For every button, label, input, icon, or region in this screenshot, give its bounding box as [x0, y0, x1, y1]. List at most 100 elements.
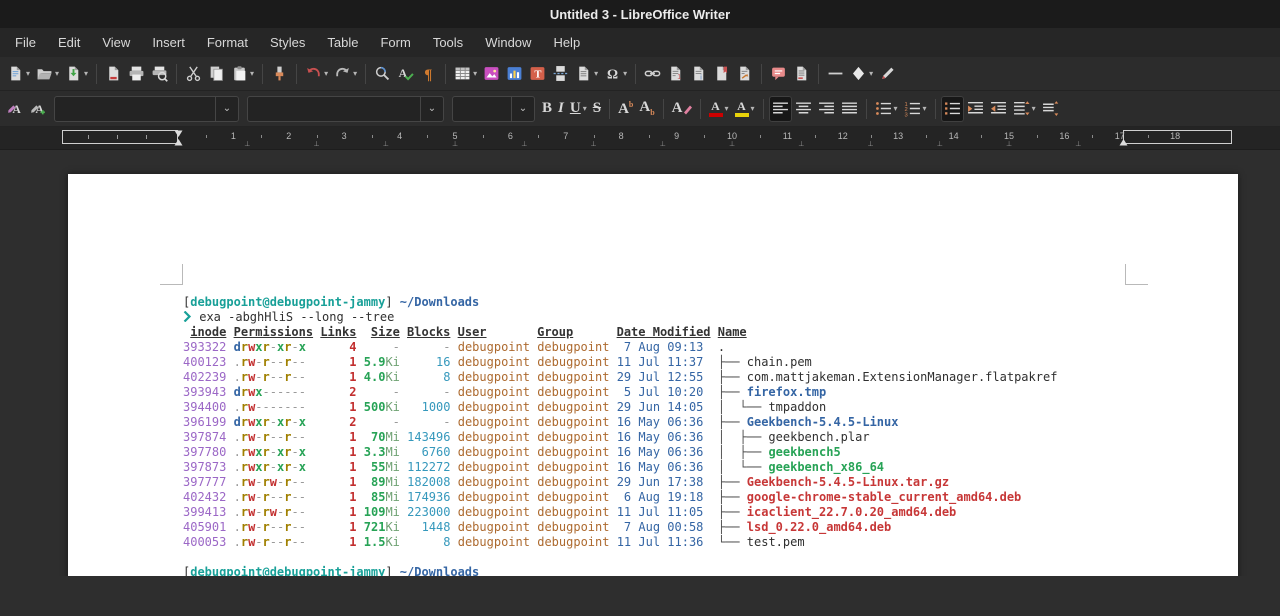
chevron-down-icon[interactable]: ⌄ — [511, 96, 534, 121]
export-pdf-button[interactable] — [102, 61, 125, 87]
menu-window[interactable]: Window — [474, 30, 542, 55]
tab-stop-marker: ⊥ — [382, 141, 389, 148]
insert-textbox-button[interactable]: T — [526, 61, 549, 87]
bookmark-button[interactable] — [710, 61, 733, 87]
new-style-button[interactable]: A — [27, 96, 50, 122]
dropdown-arrow-icon[interactable]: ▾ — [1032, 104, 1036, 113]
formatting-marks-button[interactable]: ¶ — [417, 61, 440, 87]
insert-table-button[interactable]: ▾ — [451, 61, 480, 87]
menu-styles[interactable]: Styles — [259, 30, 316, 55]
dropdown-arrow-icon[interactable]: ▾ — [894, 104, 898, 113]
line-spacing-button[interactable]: ▾ — [1010, 96, 1039, 122]
indent-marker[interactable] — [174, 130, 183, 146]
menu-tools[interactable]: Tools — [422, 30, 474, 55]
undo-button[interactable]: ▾ — [302, 61, 331, 87]
special-character-button[interactable]: Ω ▾ — [601, 61, 630, 87]
italic-button[interactable]: I — [555, 96, 567, 122]
basic-shapes-button[interactable]: ▾ — [847, 61, 876, 87]
dropdown-arrow-icon[interactable]: ▾ — [473, 69, 477, 78]
underline-button[interactable]: U ▾ — [567, 96, 590, 122]
paste-button[interactable]: ▾ — [228, 61, 257, 87]
hyperlink-button[interactable] — [641, 61, 664, 87]
align-center-button[interactable] — [792, 96, 815, 122]
dropdown-arrow-icon[interactable]: ▾ — [250, 69, 254, 78]
ruler-number: 8 — [618, 131, 624, 141]
update-style-button[interactable]: A — [4, 96, 27, 122]
comment-button[interactable] — [767, 61, 790, 87]
find-replace-button[interactable] — [371, 61, 394, 87]
list-toggle-button[interactable] — [940, 95, 964, 122]
new-document-button[interactable]: ▾ — [4, 61, 33, 87]
menu-format[interactable]: Format — [196, 30, 259, 55]
right-indent-marker[interactable] — [1119, 138, 1128, 146]
dropdown-arrow-icon[interactable]: ▾ — [923, 104, 927, 113]
print-button[interactable] — [125, 61, 148, 87]
dropdown-arrow-icon[interactable]: ▾ — [869, 69, 873, 78]
menu-table[interactable]: Table — [316, 30, 369, 55]
highlight-button[interactable]: A ▾ — [732, 96, 758, 122]
dropdown-arrow-icon[interactable]: ▾ — [725, 104, 729, 113]
dropdown-arrow-icon[interactable]: ▾ — [26, 69, 30, 78]
column-header: Date Modified — [616, 325, 711, 339]
menu-form[interactable]: Form — [369, 30, 421, 55]
spelling-button[interactable]: A — [394, 61, 417, 87]
print-preview-button[interactable] — [148, 61, 171, 87]
insert-field-button[interactable]: ▾ — [572, 61, 601, 87]
para-spacing-button[interactable] — [1039, 96, 1062, 122]
page-break-button[interactable] — [549, 61, 572, 87]
font-name-combobox[interactable]: ⌄ — [247, 95, 444, 122]
cut-button[interactable] — [182, 61, 205, 87]
menu-view[interactable]: View — [91, 30, 141, 55]
group: debugpoint — [537, 370, 610, 384]
menu-help[interactable]: Help — [542, 30, 591, 55]
file-name: icaclient_22.7.0.20_amd64.deb — [746, 505, 957, 519]
dropdown-arrow-icon[interactable]: ▾ — [55, 69, 59, 78]
chevron-down-icon[interactable]: ⌄ — [215, 96, 238, 121]
numbering-button[interactable]: 1 2 3 ▾ — [901, 96, 930, 122]
dropdown-arrow-icon[interactable]: ▾ — [623, 69, 627, 78]
bold-button[interactable]: B — [539, 96, 555, 122]
horizontal-line-button[interactable] — [824, 61, 847, 87]
copy-button[interactable] — [205, 61, 228, 87]
strikethrough-button[interactable]: S — [590, 96, 604, 122]
superscript-icon: Ab — [618, 99, 634, 117]
open-button[interactable]: ▾ — [33, 61, 62, 87]
redo-button[interactable]: ▾ — [331, 61, 360, 87]
align-justify-button[interactable] — [838, 96, 861, 122]
menu-file[interactable]: File — [4, 30, 47, 55]
italic-icon: I — [558, 100, 564, 116]
indent-decrease-button[interactable] — [987, 96, 1010, 122]
ruler-number: 7 — [563, 131, 569, 141]
page[interactable]: [debugpoint@debugpoint-jammy] ~/Download… — [68, 174, 1238, 576]
insert-image-button[interactable] — [480, 61, 503, 87]
chevron-down-icon[interactable]: ⌄ — [420, 96, 443, 121]
document-text: [debugpoint@debugpoint-jammy] ~/Download… — [183, 295, 1057, 576]
dropdown-arrow-icon[interactable]: ▾ — [84, 69, 88, 78]
dropdown-arrow-icon[interactable]: ▾ — [324, 69, 328, 78]
superscript-button[interactable]: Ab — [615, 96, 636, 122]
dropdown-arrow-icon[interactable]: ▾ — [594, 69, 598, 78]
menu-edit[interactable]: Edit — [47, 30, 91, 55]
clone-formatting-button[interactable] — [268, 61, 291, 87]
svg-text:3: 3 — [904, 112, 907, 117]
indent-increase-button[interactable] — [964, 96, 987, 122]
bullets-button[interactable]: ▾ — [872, 96, 901, 122]
menu-insert[interactable]: Insert — [141, 30, 196, 55]
font-color-button[interactable]: A ▾ — [706, 96, 732, 122]
insert-chart-button[interactable] — [503, 61, 526, 87]
track-changes-button[interactable] — [790, 61, 813, 87]
save-button[interactable]: ▾ — [62, 61, 91, 87]
dropdown-arrow-icon[interactable]: ▾ — [353, 69, 357, 78]
dropdown-arrow-icon[interactable]: ▾ — [583, 104, 587, 113]
align-right-button[interactable] — [815, 96, 838, 122]
cross-reference-button[interactable] — [733, 61, 756, 87]
clear-formatting-button[interactable]: A — [669, 96, 695, 122]
subscript-button[interactable]: Ab — [636, 96, 657, 122]
draw-functions-button[interactable] — [876, 61, 899, 87]
insert-endnote-button[interactable]: i — [687, 61, 710, 87]
dropdown-arrow-icon[interactable]: ▾ — [751, 104, 755, 113]
align-left-button[interactable] — [768, 95, 792, 122]
insert-footnote-button[interactable]: 1 — [664, 61, 687, 87]
font-size-combobox[interactable]: ⌄ — [452, 95, 535, 122]
paragraph-style-combobox[interactable]: ⌄ — [54, 95, 239, 122]
